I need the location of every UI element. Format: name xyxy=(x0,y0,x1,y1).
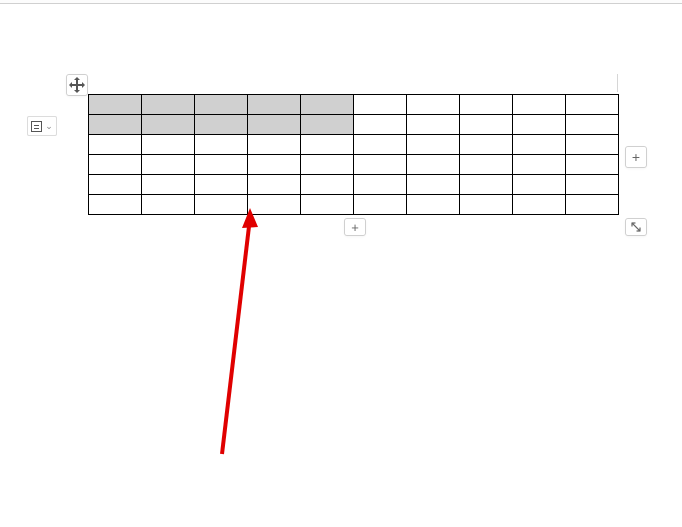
table-cell[interactable] xyxy=(248,95,301,115)
table-cell[interactable] xyxy=(460,95,513,115)
table-cell[interactable] xyxy=(513,175,566,195)
table-cell[interactable] xyxy=(89,135,142,155)
table-cell[interactable] xyxy=(195,195,248,215)
table-cell[interactable] xyxy=(89,95,142,115)
table-move-handle[interactable] xyxy=(66,74,88,96)
table-cell[interactable] xyxy=(301,95,354,115)
add-column-button[interactable]: + xyxy=(625,146,647,168)
table-cell[interactable] xyxy=(460,195,513,215)
resize-diagonal-icon xyxy=(630,221,642,233)
table-cell[interactable] xyxy=(566,195,619,215)
table-row xyxy=(89,135,619,155)
table-row xyxy=(89,155,619,175)
table-cell[interactable] xyxy=(407,95,460,115)
table-cell[interactable] xyxy=(566,155,619,175)
table-cell[interactable] xyxy=(89,155,142,175)
table-cell[interactable] xyxy=(354,195,407,215)
table-cell[interactable] xyxy=(195,95,248,115)
table-top-indicator xyxy=(88,74,618,92)
table-cell[interactable] xyxy=(248,115,301,135)
table-cell[interactable] xyxy=(301,175,354,195)
table-cell[interactable] xyxy=(354,115,407,135)
table-cell[interactable] xyxy=(354,175,407,195)
table-cell[interactable] xyxy=(142,115,195,135)
table-cell[interactable] xyxy=(142,175,195,195)
move-icon xyxy=(70,78,84,92)
table-cell[interactable] xyxy=(407,155,460,175)
table-cell[interactable] xyxy=(460,155,513,175)
table-cell[interactable] xyxy=(460,175,513,195)
table-cell[interactable] xyxy=(460,135,513,155)
table-cell[interactable] xyxy=(195,115,248,135)
table-row xyxy=(89,175,619,195)
table-cell[interactable] xyxy=(142,195,195,215)
table-cell[interactable] xyxy=(301,155,354,175)
table-cell[interactable] xyxy=(301,115,354,135)
table-container xyxy=(88,94,619,215)
table-cell[interactable] xyxy=(407,175,460,195)
table-cell[interactable] xyxy=(566,175,619,195)
table-cell[interactable] xyxy=(407,195,460,215)
table[interactable] xyxy=(88,94,619,215)
table-cell[interactable] xyxy=(513,115,566,135)
table-cell[interactable] xyxy=(248,135,301,155)
table-cell[interactable] xyxy=(354,135,407,155)
table-resize-handle[interactable] xyxy=(625,218,647,236)
table-cell[interactable] xyxy=(142,95,195,115)
table-cell[interactable] xyxy=(513,135,566,155)
table-cell[interactable] xyxy=(354,155,407,175)
table-cell[interactable] xyxy=(566,135,619,155)
table-cell[interactable] xyxy=(142,155,195,175)
table-row xyxy=(89,195,619,215)
table-cell[interactable] xyxy=(460,115,513,135)
table-layout-options-button[interactable]: ⌄ xyxy=(27,116,57,136)
table-cell[interactable] xyxy=(407,115,460,135)
plus-icon: + xyxy=(351,220,359,235)
table-cell[interactable] xyxy=(248,195,301,215)
table-row xyxy=(89,95,619,115)
table-cell[interactable] xyxy=(142,135,195,155)
table-cell[interactable] xyxy=(301,195,354,215)
table-cell[interactable] xyxy=(89,115,142,135)
table-cell[interactable] xyxy=(566,95,619,115)
table-cell[interactable] xyxy=(89,195,142,215)
add-row-button[interactable]: + xyxy=(344,218,366,236)
table-cell[interactable] xyxy=(301,135,354,155)
table-cell[interactable] xyxy=(195,175,248,195)
table-cell[interactable] xyxy=(513,95,566,115)
table-cell[interactable] xyxy=(195,135,248,155)
table-cell[interactable] xyxy=(513,195,566,215)
table-cell[interactable] xyxy=(248,175,301,195)
table-row xyxy=(89,115,619,135)
table-cell[interactable] xyxy=(248,155,301,175)
table-cell[interactable] xyxy=(513,155,566,175)
layout-icon xyxy=(31,121,42,132)
plus-icon: + xyxy=(632,149,640,165)
chevron-down-icon: ⌄ xyxy=(45,122,53,131)
table-cell[interactable] xyxy=(407,135,460,155)
table-cell[interactable] xyxy=(566,115,619,135)
table-cell[interactable] xyxy=(195,155,248,175)
table-cell[interactable] xyxy=(354,95,407,115)
annotation-arrow xyxy=(200,204,320,464)
table-cell[interactable] xyxy=(89,175,142,195)
document-canvas[interactable]: ⌄ + + xyxy=(0,4,682,527)
